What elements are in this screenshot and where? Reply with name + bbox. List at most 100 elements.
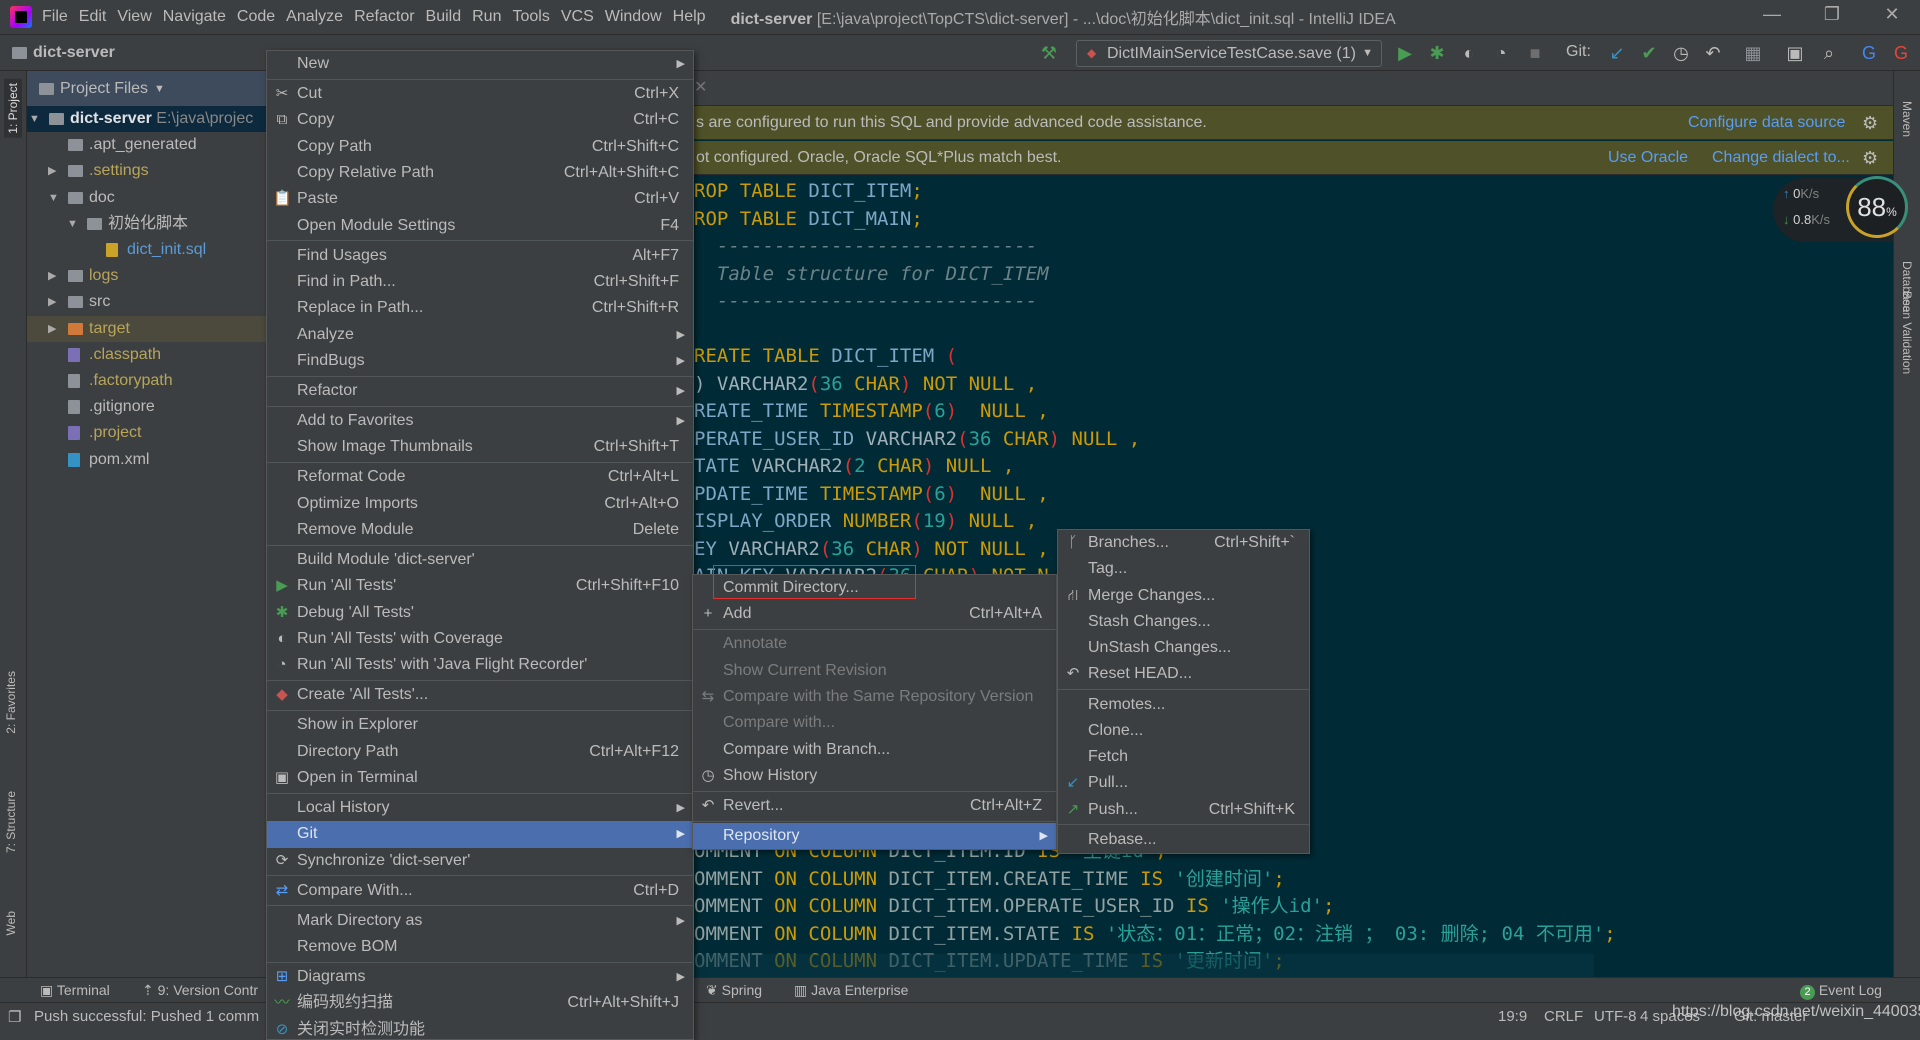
caret-position[interactable]: 19:9 — [1498, 1008, 1527, 1025]
close-tab-icon[interactable]: ✕ — [694, 77, 707, 97]
git-history-icon[interactable]: ◷ — [1668, 41, 1694, 65]
configure-data-source-link[interactable]: Configure data source — [1688, 106, 1845, 140]
menu-edit[interactable]: Edit — [79, 8, 107, 26]
menu-item-copy-path[interactable]: Copy Path Ctrl+Shift+C — [267, 134, 693, 160]
gear-icon[interactable]: ⚙ — [1862, 141, 1878, 175]
google-translate-icon[interactable]: G — [1856, 41, 1882, 65]
menu-item-run-all-tests[interactable]: ▶ Run 'All Tests' Ctrl+Shift+F10 — [267, 573, 693, 599]
tool-tab-project[interactable]: 1: Project — [4, 79, 22, 138]
menu-item-merge-changes[interactable]: ⛙ Merge Changes... — [1058, 583, 1309, 609]
translate-icon[interactable]: G — [1888, 41, 1914, 65]
close-window-button[interactable]: ✕ — [1872, 4, 1912, 25]
gear-icon[interactable]: ⚙ — [1862, 106, 1878, 140]
menu-item-open-module-settings[interactable]: Open Module Settings F4 — [267, 213, 693, 239]
menu-item-local-history[interactable]: Local History ▶ — [267, 795, 693, 821]
menu-run[interactable]: Run — [472, 8, 501, 26]
menu-item-diagrams[interactable]: ⊞ Diagrams ▶ — [267, 964, 693, 990]
menu-item-push[interactable]: ↗ Push... Ctrl+Shift+K — [1058, 797, 1309, 823]
collapsed-arrow-icon[interactable]: ▶ — [48, 158, 56, 184]
menu-item-show-image-thumbnails[interactable]: Show Image Thumbnails Ctrl+Shift+T — [267, 434, 693, 460]
menu-item-stash-changes[interactable]: Stash Changes... — [1058, 609, 1309, 635]
tool-tab-favorites[interactable]: 2: Favorites — [4, 671, 18, 734]
menu-item-compare-with-branch[interactable]: Compare with Branch... — [693, 737, 1056, 763]
menu-item-copy[interactable]: ⧉ Copy Ctrl+C — [267, 107, 693, 133]
menu-item-optimize-imports[interactable]: Optimize Imports Ctrl+Alt+O — [267, 491, 693, 517]
collapsed-arrow-icon[interactable]: ▶ — [48, 289, 56, 315]
collapsed-arrow-icon[interactable]: ▶ — [48, 263, 56, 289]
run-with-coverage-icon[interactable]: ◐ — [1456, 41, 1482, 65]
menu-item-fetch[interactable]: Fetch — [1058, 744, 1309, 770]
breadcrumb[interactable]: dict-server — [12, 44, 115, 62]
restore-button[interactable]: ❐ — [1812, 4, 1852, 25]
tool-tab-event-log[interactable]: 2 Event Log — [1800, 982, 1882, 1000]
menu-item-cut[interactable]: ✂ Cut Ctrl+X — [267, 81, 693, 107]
menu-refactor[interactable]: Refactor — [354, 8, 414, 26]
tool-tab-version-control[interactable]: ⇡ 9: Version Contr — [142, 982, 258, 999]
tool-tab-structure[interactable]: 7: Structure — [4, 791, 18, 853]
menu-item-findbugs[interactable]: FindBugs ▶ — [267, 348, 693, 374]
expanded-arrow-icon[interactable]: ▼ — [48, 185, 59, 211]
change-dialect-link[interactable]: Change dialect to... — [1712, 141, 1850, 175]
menu-item-copy-relative-path[interactable]: Copy Relative Path Ctrl+Alt+Shift+C — [267, 160, 693, 186]
menu-item-item[interactable]: ⊘ 关闭实时检测功能 — [267, 1017, 693, 1039]
line-separator[interactable]: CRLF — [1544, 1008, 1583, 1025]
menu-item-debug-all-tests[interactable]: ✱ Debug 'All Tests' — [267, 600, 693, 626]
menu-item-reset-head[interactable]: ↶ Reset HEAD... — [1058, 661, 1309, 687]
tree-item-gitignore[interactable]: .gitignore — [27, 394, 267, 420]
debug-bug-icon[interactable]: ✱ — [1424, 41, 1450, 65]
menu-item-directory-path[interactable]: Directory Path Ctrl+Alt+F12 — [267, 739, 693, 765]
menu-item-analyze[interactable]: Analyze ▶ — [267, 322, 693, 348]
tree-item-src[interactable]: ▶ src — [27, 289, 267, 315]
file-encoding[interactable]: UTF-8 — [1594, 1008, 1637, 1025]
status-message[interactable]: Push successful: Pushed 1 comm — [34, 1008, 259, 1025]
menu-help[interactable]: Help — [673, 8, 706, 26]
tool-tab-terminal[interactable]: ▣ Terminal — [40, 982, 110, 999]
menu-item-add[interactable]: + Add Ctrl+Alt+A — [693, 601, 1056, 627]
menu-item-reformat-code[interactable]: Reformat Code Ctrl+Alt+L — [267, 464, 693, 490]
project-view-selector[interactable]: Project Files ▼ — [27, 71, 267, 106]
git-commit-icon[interactable]: ✔ — [1636, 41, 1662, 65]
expanded-arrow-icon[interactable]: ▼ — [67, 211, 78, 237]
expanded-arrow-icon[interactable]: ▼ — [29, 106, 40, 132]
menu-window[interactable]: Window — [605, 8, 662, 26]
menu-item-new[interactable]: New ▶ — [267, 51, 693, 77]
menu-item-commit-directory[interactable]: Commit Directory... — [693, 565, 1056, 601]
menu-item-clone[interactable]: Clone... — [1058, 718, 1309, 744]
menu-build[interactable]: Build — [426, 8, 462, 26]
tool-tab-java-enterprise[interactable]: ▥ Java Enterprise — [794, 982, 908, 999]
menu-item-build-module-dict-server[interactable]: Build Module 'dict-server' — [267, 547, 693, 573]
stop-icon[interactable]: ■ — [1522, 41, 1548, 65]
profiler-icon[interactable]: ◔ — [1488, 41, 1514, 65]
menu-item-paste[interactable]: 📋 Paste Ctrl+V — [267, 186, 693, 212]
menu-item-tag[interactable]: Tag... — [1058, 556, 1309, 582]
menu-item-refactor[interactable]: Refactor ▶ — [267, 378, 693, 404]
menu-code[interactable]: Code — [237, 8, 275, 26]
menu-item-compare-with[interactable]: ⇄ Compare With... Ctrl+D — [267, 878, 693, 904]
tree-item-logs[interactable]: ▶ logs — [27, 263, 267, 289]
menu-analyze[interactable]: Analyze — [286, 8, 343, 26]
tree-item-settings[interactable]: ▶ .settings — [27, 158, 267, 184]
tree-item-dict-init-sql[interactable]: dict_init.sql — [27, 237, 267, 263]
tree-item-factorypath[interactable]: .factorypath — [27, 368, 267, 394]
tool-tab-bean-validation[interactable]: Bean Validation — [1900, 291, 1914, 374]
git-revert-icon[interactable]: ↶ — [1700, 41, 1726, 65]
menu-item-run-all-tests-with-java-flight-recorder[interactable]: ◔ Run 'All Tests' with 'Java Flight Recor… — [267, 652, 693, 678]
menu-vcs[interactable]: VCS — [561, 8, 594, 26]
menu-item-remove-module[interactable]: Remove Module Delete — [267, 517, 693, 543]
menu-item-create-all-tests[interactable]: ◆ Create 'All Tests'... — [267, 682, 693, 708]
menu-view[interactable]: View — [117, 8, 151, 26]
tree-item-project[interactable]: .project — [27, 420, 267, 446]
menu-item-item[interactable]: 〰编码规约扫描 Ctrl+Alt+Shift+J — [267, 990, 693, 1016]
menu-item-show-history[interactable]: ◷ Show History — [693, 763, 1056, 789]
tree-item-item[interactable]: ▼ 初始化脚本 — [27, 211, 267, 237]
tool-tab-web[interactable]: Web — [4, 911, 18, 935]
menu-item-rebase[interactable]: Rebase... — [1058, 827, 1309, 853]
menu-item-synchronize-dict-server[interactable]: ⟳ Synchronize 'dict-server' — [267, 848, 693, 874]
menu-item-open-in-terminal[interactable]: ▣ Open in Terminal — [267, 765, 693, 791]
tree-item-target[interactable]: ▶ target — [27, 315, 267, 342]
project-structure-icon[interactable]: ▦ — [1740, 41, 1766, 65]
tree-item-dict-server[interactable]: ▼ dict-server E:\java\projec — [27, 106, 267, 132]
presentation-icon[interactable]: ▣ — [1782, 41, 1808, 65]
tree-item-apt-generated[interactable]: .apt_generated — [27, 132, 267, 158]
menu-item-pull[interactable]: ↙ Pull... — [1058, 770, 1309, 796]
